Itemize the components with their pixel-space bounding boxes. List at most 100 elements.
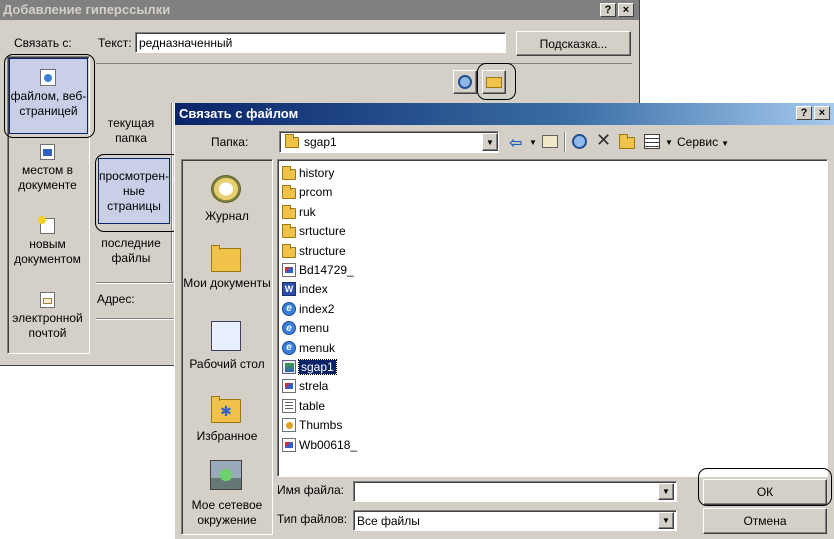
address-divider — [96, 282, 176, 284]
ok-button[interactable]: ОК — [703, 479, 827, 505]
image-icon — [282, 360, 296, 374]
tools-menu[interactable]: Сервис ▼ — [677, 135, 729, 149]
address-label: Адрес: — [97, 292, 135, 306]
place-desktop-label: Рабочий стол — [189, 357, 265, 371]
folder-icon — [282, 243, 296, 258]
file-dialog-title: Связать с файлом — [179, 106, 299, 121]
filetype-select-value: Все файлы — [357, 514, 420, 528]
folder-select-value: sgap1 — [304, 135, 337, 149]
my-documents-icon — [211, 245, 241, 272]
hyperlink-titlebar: Добавление гиперссылки ? × — [0, 0, 639, 20]
file-item[interactable]: prcom — [282, 183, 332, 201]
nav-place-in-doc[interactable]: местом в документе — [9, 140, 88, 202]
nav-email-label: электронной почтой — [12, 311, 83, 340]
tab-current-folder[interactable]: текущая папка — [98, 116, 164, 146]
file-item[interactable]: sgap1 — [282, 358, 337, 376]
file-item[interactable]: Thumbs — [282, 416, 342, 434]
folder-icon — [282, 204, 296, 219]
file-dialog-help-button[interactable]: ? — [796, 106, 812, 120]
file-item-label: Bd14729_ — [299, 263, 354, 277]
file-item[interactable]: e index2 — [282, 300, 334, 318]
place-history[interactable]: Журнал — [179, 173, 275, 231]
browse-web-button[interactable] — [453, 70, 477, 94]
filename-label: Имя файла: — [277, 483, 344, 497]
file-item[interactable]: history — [282, 164, 334, 182]
cancel-button[interactable]: Отмена — [703, 508, 827, 534]
place-history-label: Журнал — [205, 209, 249, 223]
file-item[interactable]: structure — [282, 242, 346, 260]
file-item-label: menu — [299, 321, 330, 336]
browse-toolbar — [96, 63, 632, 99]
desktop-icon — [211, 321, 241, 351]
hyperlink-title: Добавление гиперссылки — [3, 2, 171, 17]
search-web-icon[interactable] — [572, 134, 587, 149]
tabs-divider — [171, 103, 173, 281]
file-item[interactable]: e menu — [282, 319, 329, 337]
tools-dropdown-icon: ▼ — [721, 139, 730, 148]
text-input[interactable]: редназначенный — [135, 32, 506, 53]
file-item-label: index — [299, 282, 328, 297]
history-icon — [211, 175, 241, 203]
folder-select[interactable]: sgap1 ▼ — [279, 131, 499, 153]
document-icon — [282, 263, 296, 277]
place-favorites-label: Избранное — [196, 429, 258, 443]
file-item-label: history — [299, 166, 335, 180]
views-icon[interactable] — [644, 134, 660, 149]
place-network[interactable]: Мое сетевое окружение — [179, 458, 275, 534]
file-item-label: table — [299, 398, 326, 413]
address-divider-2 — [96, 318, 176, 320]
folder-label: Папка: — [211, 135, 249, 149]
place-desktop[interactable]: Рабочий стол — [179, 321, 275, 379]
file-item[interactable]: ruk — [282, 203, 316, 221]
nav-file-web-label: файлом, веб-страницей — [10, 89, 87, 118]
filetype-dropdown-button[interactable]: ▼ — [658, 512, 674, 529]
delete-icon[interactable]: ✕ — [596, 130, 611, 151]
back-icon[interactable]: ⇦ — [509, 133, 522, 153]
file-dialog-titlebar: Связать с файлом ? × — [175, 103, 834, 125]
web-page-icon: e — [282, 301, 296, 316]
nav-file-web[interactable]: файлом, веб-страницей — [9, 58, 88, 134]
network-icon — [210, 460, 242, 490]
file-item[interactable]: Bd14729_ — [282, 261, 354, 279]
file-item[interactable]: Wb00618_ — [282, 436, 357, 454]
email-icon — [40, 292, 55, 308]
file-item[interactable]: table — [282, 397, 325, 415]
file-list[interactable]: history prcom ruk srtucture structure Bd14729… — [277, 159, 828, 477]
file-item-label: Thumbs — [299, 418, 343, 433]
place-my-documents[interactable]: Мои документы — [179, 240, 275, 306]
file-rows: history prcom ruk srtucture structure Bd14729… — [278, 160, 824, 472]
file-item[interactable]: strela — [282, 377, 328, 395]
nav-email[interactable]: электронной почтой — [9, 288, 88, 350]
file-item-label: Wb00618_ — [299, 437, 358, 452]
filetype-select[interactable]: Все файлы ▼ — [353, 510, 677, 531]
tools-menu-label: Сервис — [677, 135, 719, 149]
new-folder-icon[interactable] — [619, 134, 635, 149]
file-item-label: menuk — [299, 340, 336, 355]
hyperlink-close-button[interactable]: × — [618, 3, 634, 17]
hint-button[interactable]: Подсказка... — [516, 31, 631, 56]
views-dropdown-icon[interactable]: ▼ — [665, 138, 673, 147]
up-folder-icon[interactable] — [542, 135, 558, 148]
tab-recent-files[interactable]: последние файлы — [98, 236, 164, 266]
file-dialog-close-button[interactable]: × — [814, 106, 830, 120]
file-item[interactable]: e menuk — [282, 339, 335, 357]
back-dropdown-icon[interactable]: ▼ — [529, 138, 537, 147]
browse-file-button[interactable] — [482, 70, 506, 94]
place-network-label: Мое сетевое окружение — [191, 498, 263, 527]
folder-icon — [282, 166, 296, 180]
filename-dropdown-button[interactable]: ▼ — [658, 483, 674, 500]
web-page-icon: e — [282, 321, 296, 336]
favorites-icon: ✱ — [211, 396, 241, 423]
nav-place-in-doc-label: местом в документе — [18, 163, 77, 192]
tab-browsed-pages[interactable]: просмотрен-ные страницы — [98, 158, 170, 224]
nav-new-doc[interactable]: новым документом — [9, 214, 88, 276]
hyperlink-help-button[interactable]: ? — [600, 3, 616, 17]
folder-dropdown-button[interactable]: ▼ — [482, 133, 498, 151]
file-item-label: prcom — [299, 185, 333, 200]
file-item-label: strela — [299, 379, 329, 394]
file-item[interactable]: Windex — [282, 280, 328, 298]
file-item[interactable]: srtucture — [282, 222, 346, 240]
place-favorites[interactable]: ✱ Избранное — [179, 393, 275, 451]
filename-input[interactable]: ▼ — [353, 481, 677, 502]
table-doc-icon — [282, 398, 296, 413]
